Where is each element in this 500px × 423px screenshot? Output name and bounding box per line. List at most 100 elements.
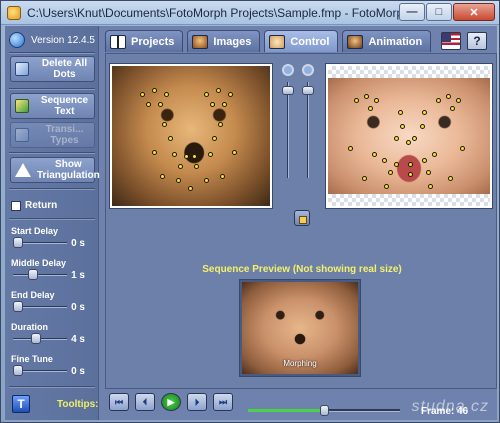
close-button[interactable]: ✕: [453, 3, 495, 21]
morph-dot[interactable]: [394, 136, 399, 141]
source-zoom-slider[interactable]: [282, 64, 294, 184]
face-icon: [269, 34, 286, 49]
language-flag-icon[interactable]: [441, 32, 461, 50]
morph-dot[interactable]: [406, 140, 411, 145]
morph-dot[interactable]: [364, 94, 369, 99]
morph-dot[interactable]: [210, 102, 215, 107]
morph-dot[interactable]: [408, 162, 413, 167]
morph-dot[interactable]: [398, 110, 403, 115]
morph-dot[interactable]: [460, 146, 465, 151]
morph-dot[interactable]: [220, 174, 225, 179]
morph-dot[interactable]: [160, 174, 165, 179]
morph-dot[interactable]: [412, 136, 417, 141]
morph-dot[interactable]: [140, 92, 145, 97]
morph-dot[interactable]: [152, 150, 157, 155]
last-frame-button[interactable]: ⏭: [213, 393, 233, 411]
morph-dot[interactable]: [400, 124, 405, 129]
morph-dot[interactable]: [168, 136, 173, 141]
next-frame-button[interactable]: ⏵: [187, 393, 207, 411]
morph-dot[interactable]: [192, 154, 197, 159]
morph-dot[interactable]: [456, 98, 461, 103]
sequence-text-button[interactable]: Sequence Text: [10, 93, 95, 119]
previous-frame-button[interactable]: ⏴: [135, 393, 155, 411]
morph-dot[interactable]: [428, 184, 433, 189]
morph-dot[interactable]: [152, 88, 157, 93]
play-button[interactable]: ▶: [161, 393, 181, 411]
source-morph-dots[interactable]: [112, 66, 270, 206]
frame-slider[interactable]: [248, 405, 400, 416]
middle-delay-slider[interactable]: 1 s: [11, 268, 95, 282]
start-delay-slider[interactable]: 0 s: [11, 236, 95, 250]
morph-dot[interactable]: [228, 92, 233, 97]
morph-dot[interactable]: [432, 152, 437, 157]
slider-thumb[interactable]: [282, 86, 294, 95]
first-frame-button[interactable]: ⏮: [109, 393, 129, 411]
slider-thumb[interactable]: [302, 86, 314, 95]
morph-dot[interactable]: [446, 94, 451, 99]
morph-dot[interactable]: [172, 152, 177, 157]
maximize-button[interactable]: □: [426, 3, 452, 21]
slider-thumb[interactable]: [30, 333, 41, 344]
morph-dot[interactable]: [374, 98, 379, 103]
morph-dot[interactable]: [222, 102, 227, 107]
morph-dot[interactable]: [448, 176, 453, 181]
delete-all-dots-button[interactable]: Delete All Dots: [10, 56, 95, 82]
morph-dot[interactable]: [216, 88, 221, 93]
morph-dot[interactable]: [212, 136, 217, 141]
morph-dot[interactable]: [384, 184, 389, 189]
minimize-button[interactable]: —: [399, 3, 425, 21]
morph-dot[interactable]: [348, 146, 353, 151]
morph-dot[interactable]: [188, 186, 193, 191]
morph-dot[interactable]: [164, 92, 169, 97]
return-checkbox[interactable]: [11, 200, 21, 211]
globe-icon[interactable]: [9, 32, 25, 48]
tab-control[interactable]: Control: [264, 30, 339, 52]
duration-slider[interactable]: 4 s: [11, 332, 95, 346]
morph-dot[interactable]: [422, 158, 427, 163]
morph-dot[interactable]: [426, 170, 431, 175]
tab-images[interactable]: Images: [187, 30, 261, 52]
morph-dot[interactable]: [194, 164, 199, 169]
morph-dot[interactable]: [184, 154, 189, 159]
target-zoom-slider[interactable]: [302, 64, 314, 184]
tooltips-toggle-button[interactable]: T: [12, 395, 30, 413]
morph-dot[interactable]: [450, 106, 455, 111]
morph-dot[interactable]: [354, 98, 359, 103]
target-image-frame[interactable]: [326, 64, 492, 208]
morph-dot[interactable]: [146, 102, 151, 107]
morph-dot[interactable]: [422, 110, 427, 115]
morph-dot[interactable]: [204, 92, 209, 97]
morph-dot[interactable]: [362, 176, 367, 181]
morph-dot[interactable]: [218, 122, 223, 127]
morph-dot[interactable]: [394, 162, 399, 167]
morph-dot[interactable]: [372, 152, 377, 157]
morph-dot[interactable]: [204, 178, 209, 183]
show-triangulation-button[interactable]: Show Triangulation: [10, 157, 100, 183]
slider-thumb[interactable]: [13, 237, 23, 248]
fine-tune-slider[interactable]: 0 s: [11, 364, 95, 378]
morph-dot[interactable]: [436, 98, 441, 103]
morph-dot[interactable]: [382, 158, 387, 163]
morph-dot[interactable]: [208, 152, 213, 157]
morph-dot[interactable]: [232, 150, 237, 155]
morph-dot[interactable]: [420, 124, 425, 129]
lock-zoom-icon[interactable]: [294, 210, 310, 226]
morph-dot[interactable]: [176, 178, 181, 183]
tab-animation[interactable]: Animation: [342, 30, 432, 52]
end-delay-slider[interactable]: 0 s: [11, 300, 95, 314]
tab-projects[interactable]: Projects: [105, 30, 184, 52]
morph-dot[interactable]: [408, 172, 413, 177]
morph-dot[interactable]: [158, 102, 163, 107]
transition-types-button[interactable]: Transi... Types: [10, 122, 95, 148]
target-morph-dots[interactable]: [328, 66, 490, 206]
morph-dot[interactable]: [388, 170, 393, 175]
morph-dot[interactable]: [368, 106, 373, 111]
help-button[interactable]: ?: [467, 32, 487, 50]
morph-dot[interactable]: [178, 164, 183, 169]
slider-thumb[interactable]: [13, 301, 23, 312]
frame-slider-thumb[interactable]: [320, 405, 329, 416]
source-image-frame[interactable]: [110, 64, 272, 208]
slider-thumb[interactable]: [13, 365, 23, 376]
morph-dot[interactable]: [162, 122, 167, 127]
slider-thumb[interactable]: [28, 269, 39, 280]
